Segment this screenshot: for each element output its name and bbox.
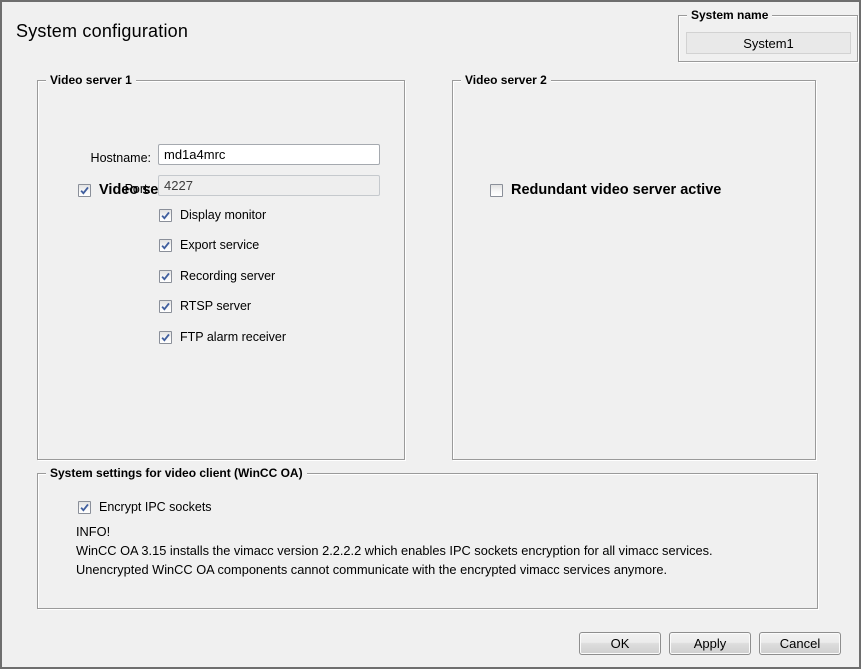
video-server-2-group: Video server 2 Redundant video server ac… [452, 80, 816, 460]
encrypt-ipc-label: Encrypt IPC sockets [99, 500, 212, 514]
service-row-export-service[interactable]: Export service [159, 238, 259, 252]
export-service-label: Export service [180, 238, 259, 252]
system-name-field[interactable]: System1 [686, 32, 851, 54]
port-label: Port: [45, 182, 151, 196]
rtsp-server-checkbox[interactable] [159, 300, 172, 313]
info-title: INFO! [76, 522, 713, 541]
checkmark-icon [160, 301, 171, 312]
display-monitor-checkbox[interactable] [159, 209, 172, 222]
video-server-1-group: Video server 1 Video server active Hostn… [37, 80, 405, 460]
export-service-checkbox[interactable] [159, 239, 172, 252]
ftp-alarm-receiver-checkbox[interactable] [159, 331, 172, 344]
system-name-group-label: System name [687, 8, 772, 22]
video-server-2-group-label: Video server 2 [461, 73, 551, 87]
page-title: System configuration [16, 21, 188, 42]
ok-button[interactable]: OK [579, 632, 661, 655]
redundant-video-server-checkbox[interactable] [490, 184, 503, 197]
ftp-alarm-receiver-label: FTP alarm receiver [180, 330, 286, 344]
service-row-rtsp-server[interactable]: RTSP server [159, 299, 251, 313]
display-monitor-label: Display monitor [180, 208, 266, 222]
redundant-video-server-label: Redundant video server active [511, 183, 721, 197]
recording-server-label: Recording server [180, 269, 275, 283]
hostname-input[interactable] [158, 144, 380, 165]
checkmark-icon [79, 502, 90, 513]
system-name-group: System name System1 [678, 15, 858, 62]
system-settings-group-label: System settings for video client (WinCC … [46, 466, 307, 480]
redundant-video-server-row[interactable]: Redundant video server active [490, 183, 721, 197]
cancel-button[interactable]: Cancel [759, 632, 841, 655]
video-server-1-group-label: Video server 1 [46, 73, 136, 87]
checkmark-icon [160, 210, 171, 221]
info-line-2: Unencrypted WinCC OA components cannot c… [76, 560, 713, 579]
checkmark-icon [160, 240, 171, 251]
hostname-label: Hostname: [45, 151, 151, 165]
port-input[interactable] [158, 175, 380, 196]
checkmark-icon [160, 332, 171, 343]
service-row-recording-server[interactable]: Recording server [159, 269, 275, 283]
info-line-1: WinCC OA 3.15 installs the vimacc versio… [76, 541, 713, 560]
apply-button[interactable]: Apply [669, 632, 751, 655]
info-block: INFO! WinCC OA 3.15 installs the vimacc … [76, 522, 713, 579]
service-row-display-monitor[interactable]: Display monitor [159, 208, 266, 222]
system-configuration-dialog: { "dialog": { "title": "System configura… [0, 0, 861, 669]
encrypt-ipc-checkbox[interactable] [78, 501, 91, 514]
encrypt-ipc-row[interactable]: Encrypt IPC sockets [78, 500, 212, 514]
system-settings-group: System settings for video client (WinCC … [37, 473, 818, 609]
rtsp-server-label: RTSP server [180, 299, 251, 313]
recording-server-checkbox[interactable] [159, 270, 172, 283]
checkmark-icon [160, 271, 171, 282]
service-row-ftp-alarm-receiver[interactable]: FTP alarm receiver [159, 330, 286, 344]
